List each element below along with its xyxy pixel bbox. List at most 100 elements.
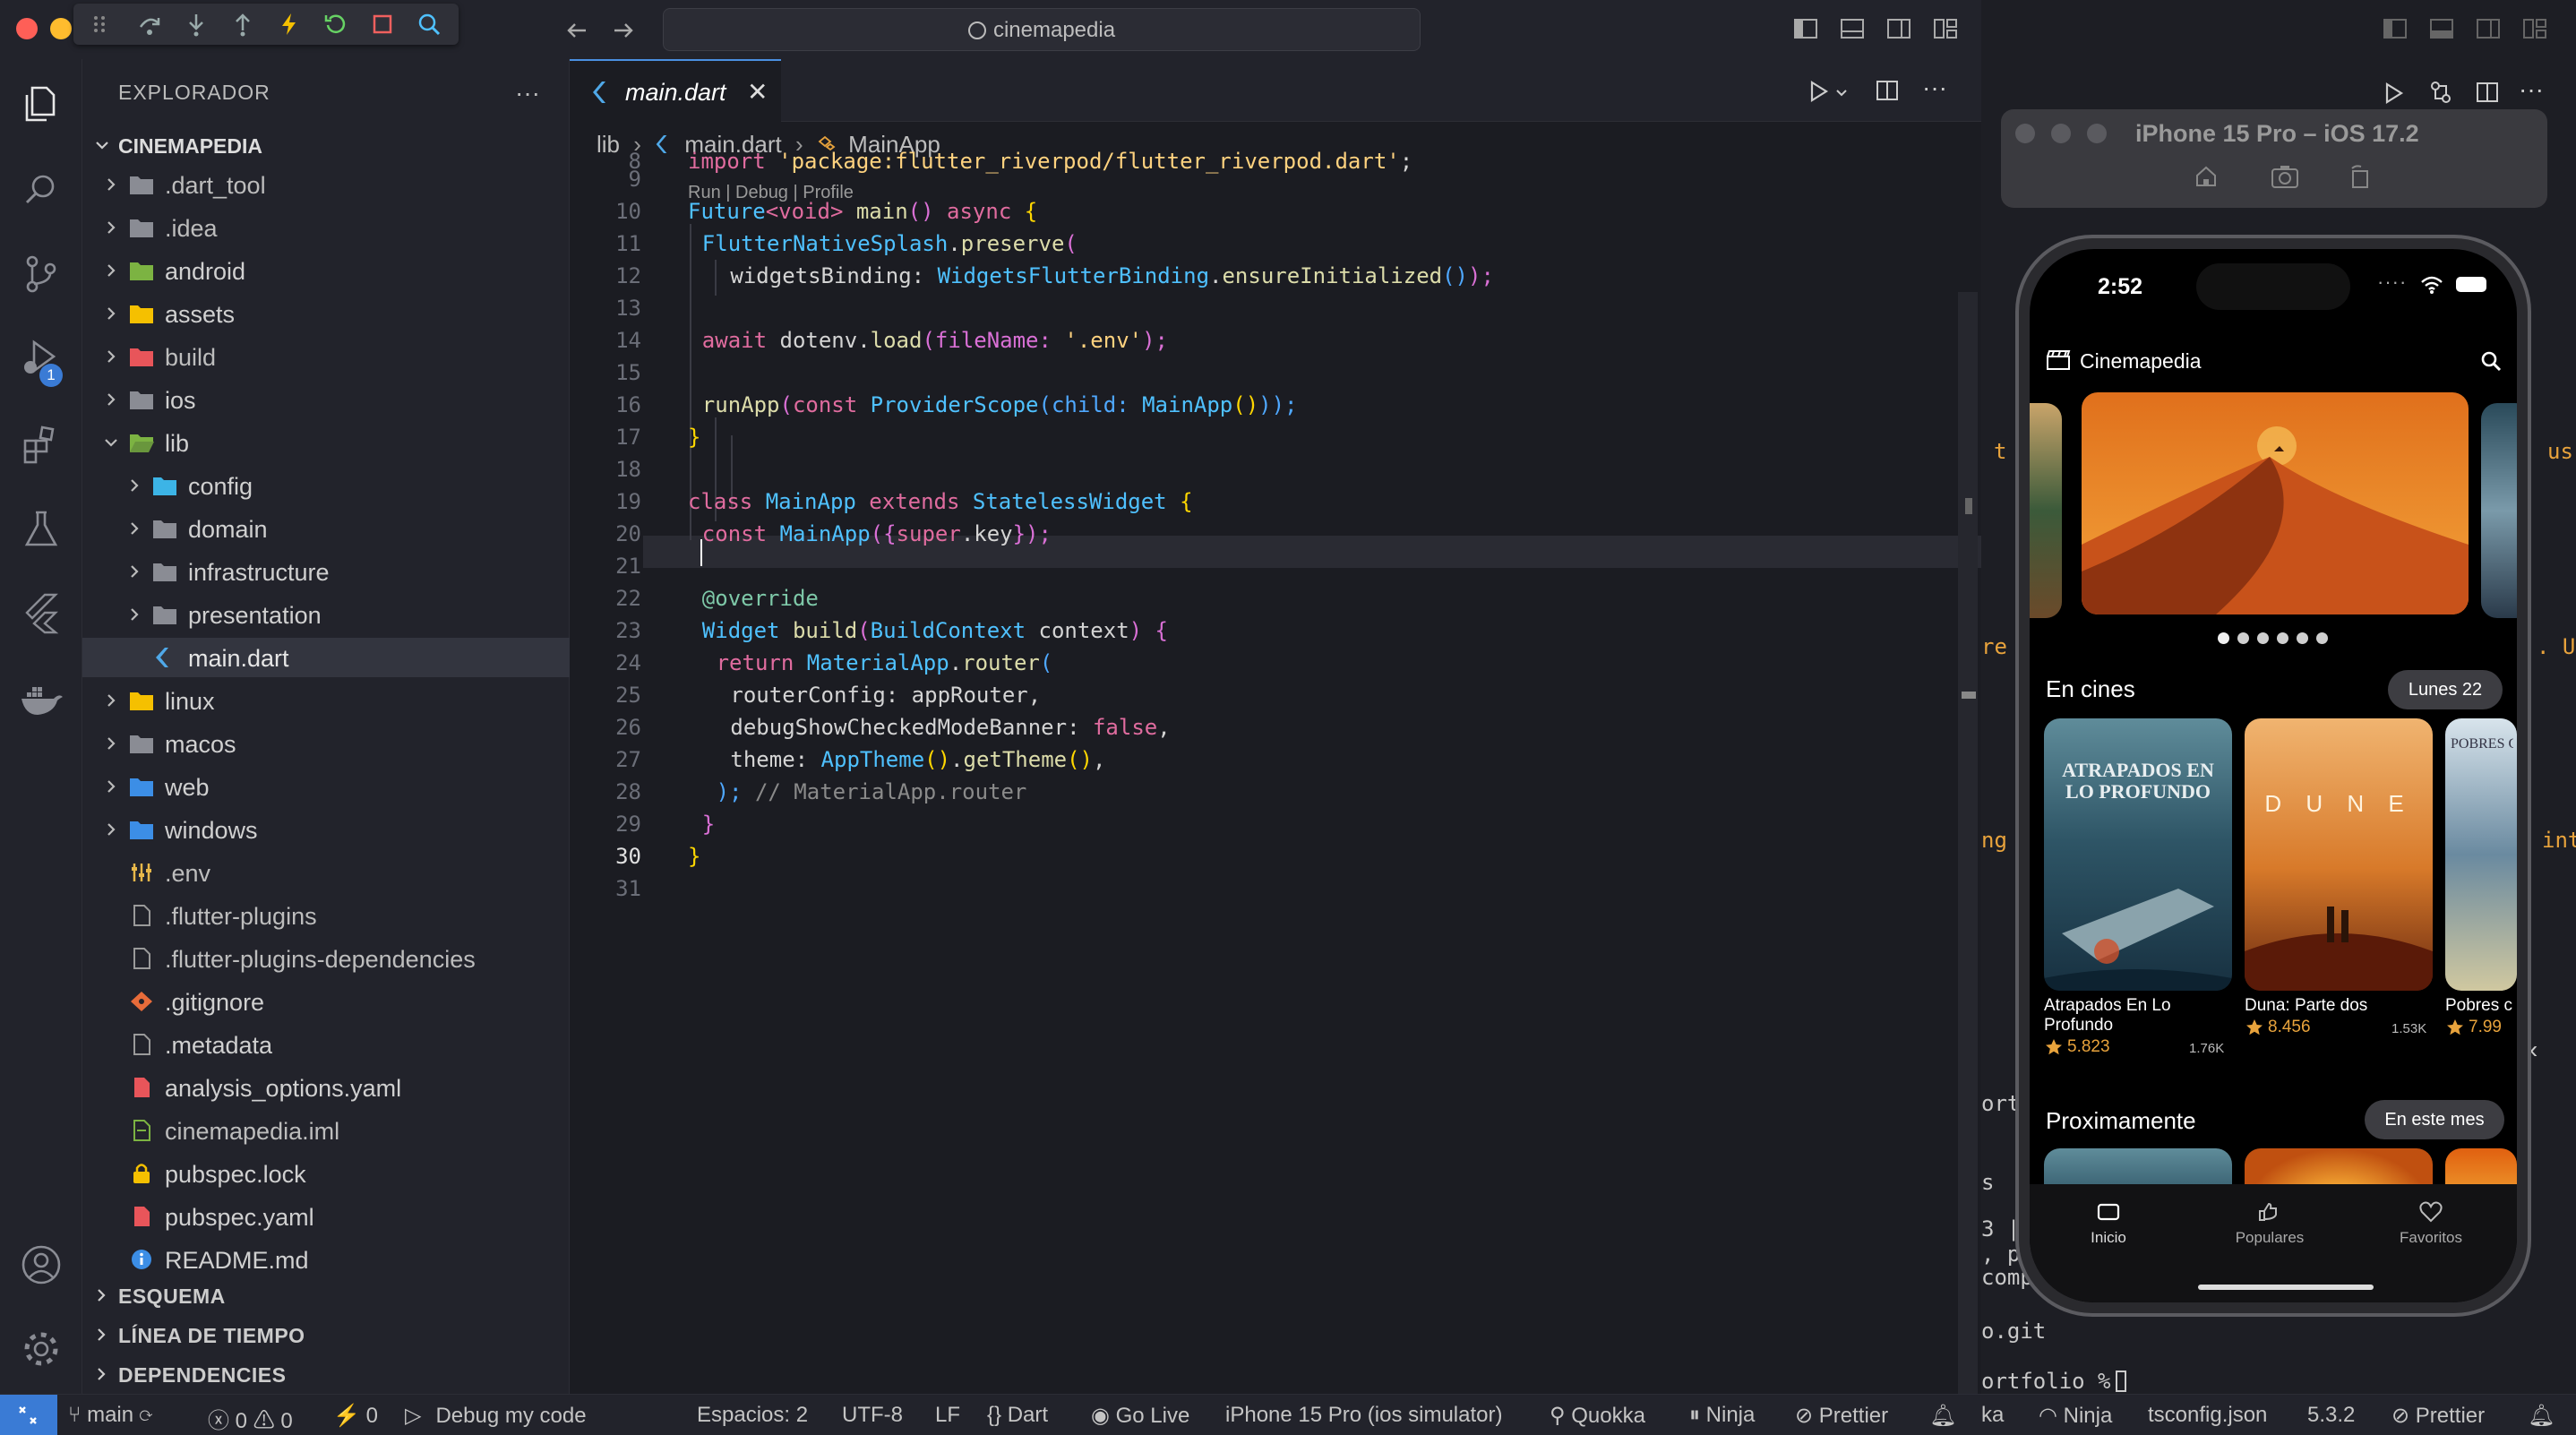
slide-dot[interactable]: [2316, 632, 2328, 644]
docker-icon[interactable]: [18, 675, 64, 722]
tree-folder[interactable]: assets: [82, 294, 570, 333]
tree-file[interactable]: .flutter-plugins: [82, 896, 570, 935]
toggle-panel-icon[interactable]: [2427, 14, 2456, 43]
notifications-bell-icon[interactable]: 🔔︎: [1929, 1403, 1956, 1429]
explorer-more-actions-button[interactable]: ···: [515, 79, 540, 107]
quokka-button[interactable]: ⚲ Quokka: [1550, 1403, 1645, 1429]
panel-more-actions-button[interactable]: ···: [2519, 75, 2544, 104]
tab-main-dart[interactable]: main.dart ✕: [570, 59, 781, 122]
tree-folder[interactable]: android: [82, 251, 570, 290]
eol-indicator[interactable]: LF: [935, 1403, 960, 1428]
run-icon[interactable]: [2381, 81, 2406, 106]
problems-indicator[interactable]: ⓧ 0 ⚠ 0: [208, 1403, 293, 1434]
tree-file[interactable]: .gitignore: [82, 982, 570, 1021]
simulator-zoom-button[interactable]: [2087, 124, 2107, 143]
stop-icon[interactable]: [369, 11, 396, 38]
slide-dot[interactable]: [2237, 632, 2249, 644]
section-outline[interactable]: ESQUEMA: [82, 1276, 570, 1315]
settings-gear-icon[interactable]: [18, 1326, 64, 1372]
rotate-icon[interactable]: [2347, 163, 2374, 190]
flutter-device[interactable]: iPhone 15 Pro (ios simulator): [1225, 1403, 1502, 1428]
tree-file[interactable]: .flutter-plugins-dependencies: [82, 939, 570, 978]
toggle-primary-sidebar-icon[interactable]: [1791, 14, 1820, 43]
tree-file[interactable]: pubspec.yaml: [82, 1197, 570, 1236]
slide-dot[interactable]: [2218, 632, 2229, 644]
minimize-window-button[interactable]: [50, 18, 72, 39]
close-tab-icon[interactable]: ✕: [747, 77, 768, 107]
split-editor-icon[interactable]: [1874, 77, 1901, 104]
language-mode[interactable]: {} Dart: [987, 1403, 1048, 1428]
nav-item-home[interactable]: Inicio: [2055, 1200, 2162, 1254]
movie-poster-1[interactable]: D U N E: [2245, 718, 2433, 991]
account-icon[interactable]: [18, 1242, 64, 1288]
search-icon[interactable]: [2479, 349, 2503, 373]
toggle-primary-sidebar-icon[interactable]: [2381, 14, 2409, 43]
tsconfig-indicator[interactable]: tsconfig.json: [2148, 1403, 2267, 1428]
compare-changes-icon[interactable]: [2427, 79, 2454, 106]
date-chip-button[interactable]: Lunes 22: [2388, 670, 2503, 709]
ports-indicator[interactable]: ⚡ 0: [333, 1403, 378, 1429]
tree-file[interactable]: pubspec.lock: [82, 1154, 570, 1193]
tree-folder[interactable]: linux: [82, 681, 570, 720]
ninja-button-right[interactable]: ◠ Ninja: [2039, 1403, 2112, 1429]
forward-arrow-icon[interactable]: [609, 16, 638, 45]
remote-indicator[interactable]: [0, 1395, 57, 1435]
tree-file[interactable]: README.md: [82, 1240, 570, 1279]
editor-scrollbar[interactable]: [1958, 292, 1978, 1394]
slide-dot[interactable]: [2277, 632, 2288, 644]
run-icon[interactable]: [1806, 79, 1831, 104]
tree-folder[interactable]: macos: [82, 724, 570, 763]
step-over-icon[interactable]: [136, 11, 163, 38]
editor-more-actions-button[interactable]: ···: [1922, 73, 1947, 102]
tree-folder[interactable]: .idea: [82, 208, 570, 247]
simulator-minimize-button[interactable]: [2051, 124, 2071, 143]
tree-folder[interactable]: domain: [82, 509, 570, 548]
source-control-icon[interactable]: [18, 251, 64, 297]
slide-dot[interactable]: [2257, 632, 2269, 644]
restart-icon[interactable]: [322, 11, 349, 38]
extensions-icon[interactable]: [18, 421, 64, 468]
devtools-icon[interactable]: [416, 11, 442, 38]
slide-prev[interactable]: [2030, 403, 2062, 618]
tree-folder[interactable]: presentation: [82, 595, 570, 634]
step-out-icon[interactable]: [229, 11, 256, 38]
tree-folder[interactable]: ios: [82, 380, 570, 419]
prettier-button-right[interactable]: ⊘ Prettier: [2391, 1403, 2485, 1429]
section-timeline[interactable]: LÍNEA DE TIEMPO: [82, 1315, 570, 1354]
debug-launch[interactable]: ▷ Debug my code: [405, 1403, 587, 1429]
movie-poster-2[interactable]: POBRES CRI: [2445, 718, 2517, 991]
command-center-search[interactable]: cinemapedia: [663, 8, 1421, 51]
run-options-chevron-icon[interactable]: [1834, 86, 1849, 100]
nav-item-popular[interactable]: Populares: [2216, 1200, 2323, 1254]
testing-icon[interactable]: [18, 505, 64, 552]
home-icon[interactable]: [2193, 163, 2220, 190]
go-live-button[interactable]: ◉ Go Live: [1091, 1403, 1189, 1429]
slide-next[interactable]: [2481, 403, 2517, 618]
tree-file[interactable]: cinemapedia.iml: [82, 1111, 570, 1150]
ninja-button[interactable]: ⏸ Ninja: [1689, 1403, 1755, 1428]
movie-poster-0[interactable]: ATRAPADOS EN LO PROFUNDO: [2044, 718, 2232, 991]
encoding-indicator[interactable]: UTF-8: [842, 1403, 903, 1428]
prettier-button[interactable]: ⊘ Prettier: [1795, 1403, 1888, 1429]
tree-file[interactable]: main.dart: [82, 638, 570, 677]
step-into-icon[interactable]: [183, 11, 210, 38]
tree-folder[interactable]: infrastructure: [82, 552, 570, 591]
tree-file[interactable]: .metadata: [82, 1025, 570, 1064]
screenshot-icon[interactable]: [2270, 163, 2300, 190]
explorer-icon[interactable]: [18, 81, 64, 127]
tree-file[interactable]: analysis_options.yaml: [82, 1068, 570, 1107]
toggle-secondary-sidebar-icon[interactable]: [2474, 14, 2503, 43]
tree-folder[interactable]: lib: [82, 423, 570, 462]
toggle-panel-icon[interactable]: [1838, 14, 1867, 43]
toggle-secondary-sidebar-icon[interactable]: [1885, 14, 1913, 43]
indentation-indicator[interactable]: Espacios: 2: [697, 1403, 808, 1428]
slide-current[interactable]: [2082, 392, 2469, 614]
notifications-bell-icon[interactable]: 🔔︎: [2528, 1403, 2555, 1429]
nav-item-favorites[interactable]: Favoritos: [2377, 1200, 2485, 1254]
tree-folder[interactable]: windows: [82, 810, 570, 849]
simulator-close-button[interactable]: [2015, 124, 2035, 143]
tree-file[interactable]: .env: [82, 853, 570, 892]
split-editor-icon[interactable]: [2474, 79, 2501, 106]
tree-folder[interactable]: .dart_tool: [82, 165, 570, 204]
customize-layout-icon[interactable]: [1931, 14, 1960, 43]
